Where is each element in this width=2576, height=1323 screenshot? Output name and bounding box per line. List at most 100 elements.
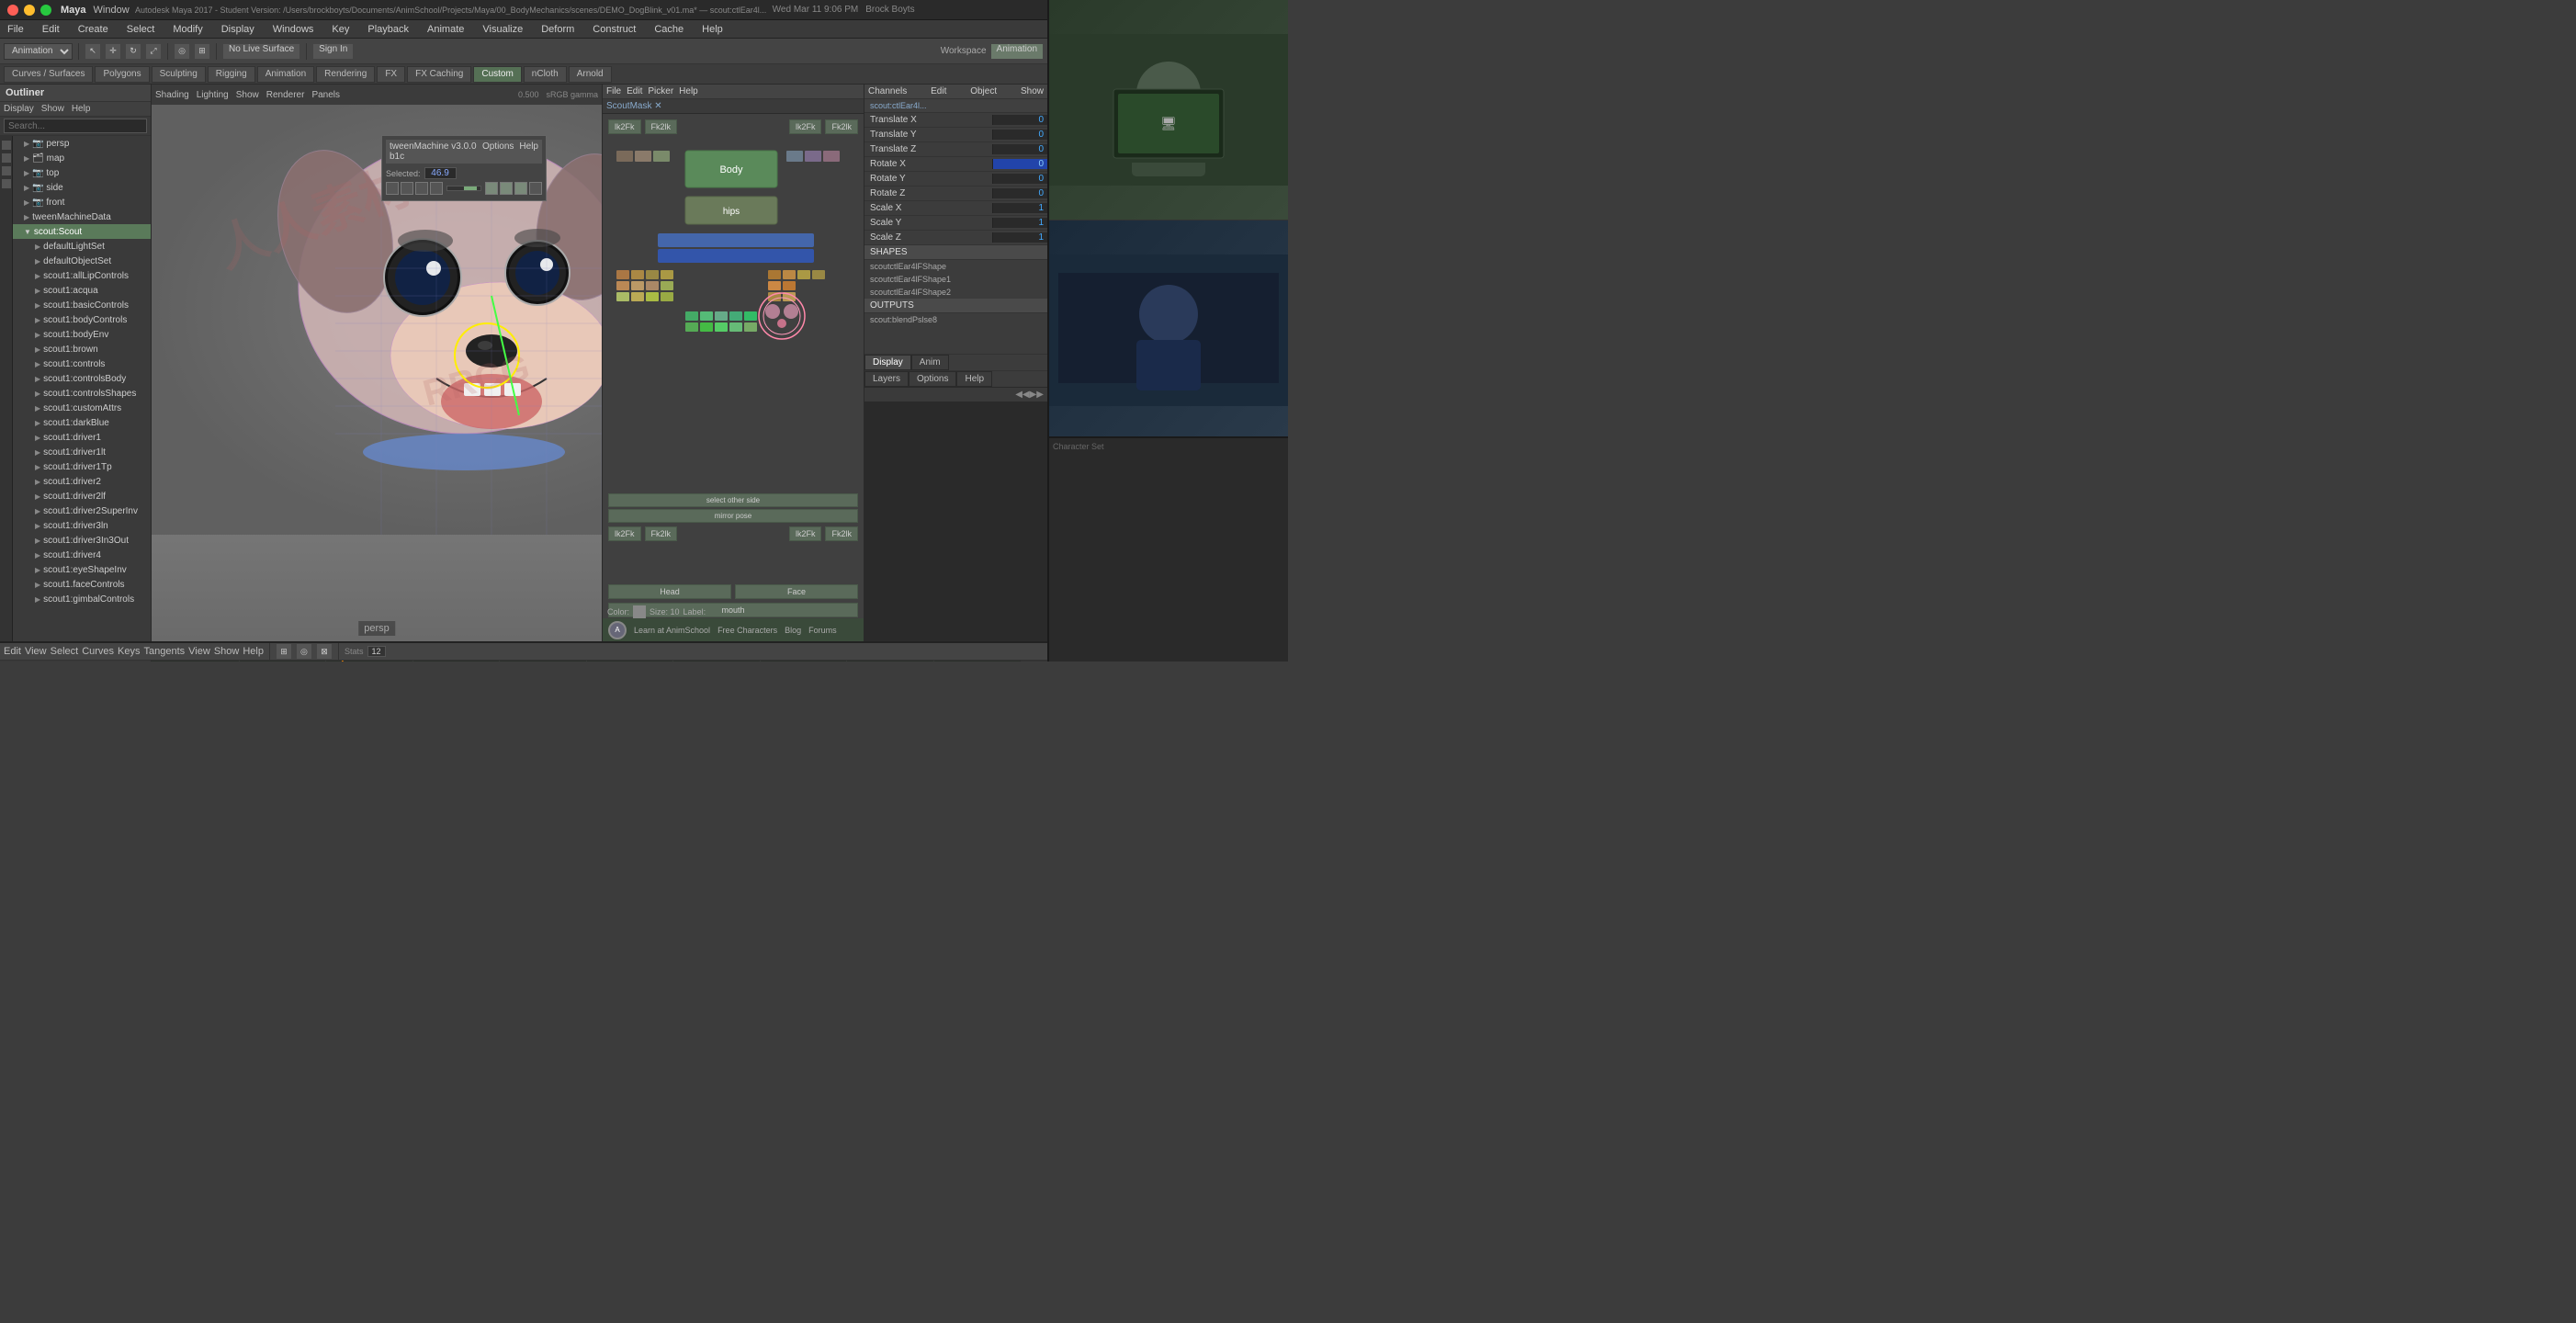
rotate-tool-btn[interactable]: ↻ [125,43,141,60]
outliner-help-menu[interactable]: Help [72,104,91,114]
lk2fk-btn-2[interactable]: lk2Fk [789,119,822,134]
node-file-menu[interactable]: File [606,86,621,96]
tween-value-display[interactable]: 46.9 [424,167,457,179]
graph-show-menu[interactable]: Show [214,646,240,657]
tween-options-btn[interactable]: Options [482,141,514,162]
list-item[interactable]: ▶📷 persp [13,136,151,151]
list-item[interactable]: ▶📷 top [13,165,151,180]
tool-lasso[interactable] [2,153,11,163]
graph-tool-1[interactable]: ⊞ [276,643,292,660]
viewport-lighting-menu[interactable]: Lighting [197,90,229,100]
tab-arnold[interactable]: Arnold [569,66,612,83]
list-item[interactable]: ▶scout1:acqua [13,283,151,298]
head-btn[interactable]: Head [608,584,731,599]
menu-key[interactable]: Key [328,24,353,35]
list-item[interactable]: ▶scout1:darkBlue [13,415,151,430]
magnet-btn[interactable]: ⊞ [194,43,210,60]
list-item[interactable]: ▶scout1:driver4 [13,548,151,562]
menu-construct[interactable]: Construct [589,24,639,35]
viewport-3d[interactable]: 人人素材 RRCG Shading Lighting Show Renderer… [152,85,602,641]
list-item[interactable]: ▶scout1:driver1 [13,430,151,445]
menu-help[interactable]: Help [698,24,727,35]
viewport-show-menu[interactable]: Show [236,90,259,100]
channel-value-tz[interactable]: 0 [992,144,1047,154]
forums-link[interactable]: Forums [808,626,837,635]
object-menu[interactable]: Object [970,86,997,96]
close-button[interactable] [7,5,18,16]
lk2fk-btn-4[interactable]: lk2Fk [789,526,822,541]
list-item[interactable]: ▶scout1:basicControls [13,298,151,312]
window-menu[interactable]: Window [94,5,130,16]
viewport-renderer-menu[interactable]: Renderer [266,90,305,100]
menu-create[interactable]: Create [74,24,112,35]
list-item[interactable]: ▶scout1:driver2lf [13,489,151,503]
channel-value-ty[interactable]: 0 [992,130,1047,140]
tool-paint[interactable] [2,166,11,175]
list-item[interactable]: ▶scout1:gimbalControls [13,592,151,606]
tab-fx-caching[interactable]: FX Caching [407,66,471,83]
tween-block-2[interactable] [401,182,413,195]
blog-link[interactable]: Blog [785,626,801,635]
graph-curves-menu[interactable]: Curves [82,646,114,657]
menu-cache[interactable]: Cache [650,24,687,35]
edit-menu[interactable]: Edit [931,86,946,96]
anim-tab[interactable]: Anim [911,355,949,370]
list-item[interactable]: ▶📷 side [13,180,151,195]
list-item[interactable]: ▶scout1:driver2SuperInv [13,503,151,518]
graph-tool-3[interactable]: ⊠ [316,643,333,660]
list-item[interactable]: ▶scout1:brown [13,342,151,356]
tween-help-btn[interactable]: Help [519,141,538,162]
lk2fk-btn-3[interactable]: lk2Fk [608,526,641,541]
show-menu[interactable]: Show [1021,86,1044,96]
node-picker-menu[interactable]: Picker [648,86,673,96]
menu-display[interactable]: Display [218,24,258,35]
outliner-display-menu[interactable]: Display [4,104,34,114]
graph-tool-2[interactable]: ◎ [296,643,312,660]
channel-value-sy[interactable]: 1 [992,218,1047,228]
channel-value-rx[interactable]: 0 [992,159,1047,169]
list-item[interactable]: ▶scout1:controlsShapes [13,386,151,401]
layers-subtab[interactable]: Layers [864,371,909,387]
color-swatch[interactable] [633,605,646,618]
menu-animate[interactable]: Animate [424,24,468,35]
nav-left-btn[interactable]: ◀ [1015,390,1022,400]
list-item-scout-scout[interactable]: ▼scout:Scout [13,224,151,239]
tween-block-7[interactable] [514,182,527,195]
graph-tangents-menu[interactable]: Tangents [144,646,186,657]
sign-in-btn[interactable]: Sign In [312,43,354,60]
tab-sculpting[interactable]: Sculpting [152,66,206,83]
list-item[interactable]: ▶scout1:bodyControls [13,312,151,327]
list-item[interactable]: ▶scout1:driver1Tp [13,459,151,474]
graph-edit-menu[interactable]: Edit [4,646,21,657]
minimize-button[interactable] [24,5,35,16]
fk2lk-btn-1[interactable]: Fk2lk [645,119,678,134]
tab-animation[interactable]: Animation [257,66,314,83]
tab-rigging[interactable]: Rigging [208,66,255,83]
fk2lk-btn-2[interactable]: Fk2lk [825,119,858,134]
node-canvas[interactable]: lk2Fk Fk2lk lk2Fk Fk2lk Body [603,114,864,641]
tab-curves-surfaces[interactable]: Curves / Surfaces [4,66,93,83]
menu-visualize[interactable]: Visualize [479,24,526,35]
list-item[interactable]: ▶scout1:controlsBody [13,371,151,386]
tween-block-4[interactable] [430,182,443,195]
list-item[interactable]: ▶defaultLightSet [13,239,151,254]
list-item[interactable]: ▶scout1:driver1lt [13,445,151,459]
channel-value-sz[interactable]: 1 [992,232,1047,243]
animation-mode-dropdown[interactable]: Animation [4,43,73,60]
graph-select-menu[interactable]: Select [51,646,79,657]
tween-block-1[interactable] [386,182,399,195]
menu-modify[interactable]: Modify [169,24,206,35]
help-subtab[interactable]: Help [956,371,992,387]
list-item[interactable]: ▶scout1:driver3In3Out [13,533,151,548]
list-item[interactable]: ▶scout1.faceControls [13,577,151,592]
list-item[interactable]: ▶scout1:eyeShapeInv [13,562,151,577]
list-item[interactable]: ▶🗂 map [13,151,151,165]
nav-right-btn[interactable]: ▶ [1036,390,1044,400]
list-item[interactable]: ▶scout1:driver2 [13,474,151,489]
face-btn[interactable]: Face [735,584,858,599]
display-tab[interactable]: Display [864,355,911,370]
tab-ncloth[interactable]: nCloth [524,66,567,83]
list-item[interactable]: ▶tweenMachineData [13,209,151,224]
tween-block-5[interactable] [485,182,498,195]
tween-block-8[interactable] [529,182,542,195]
